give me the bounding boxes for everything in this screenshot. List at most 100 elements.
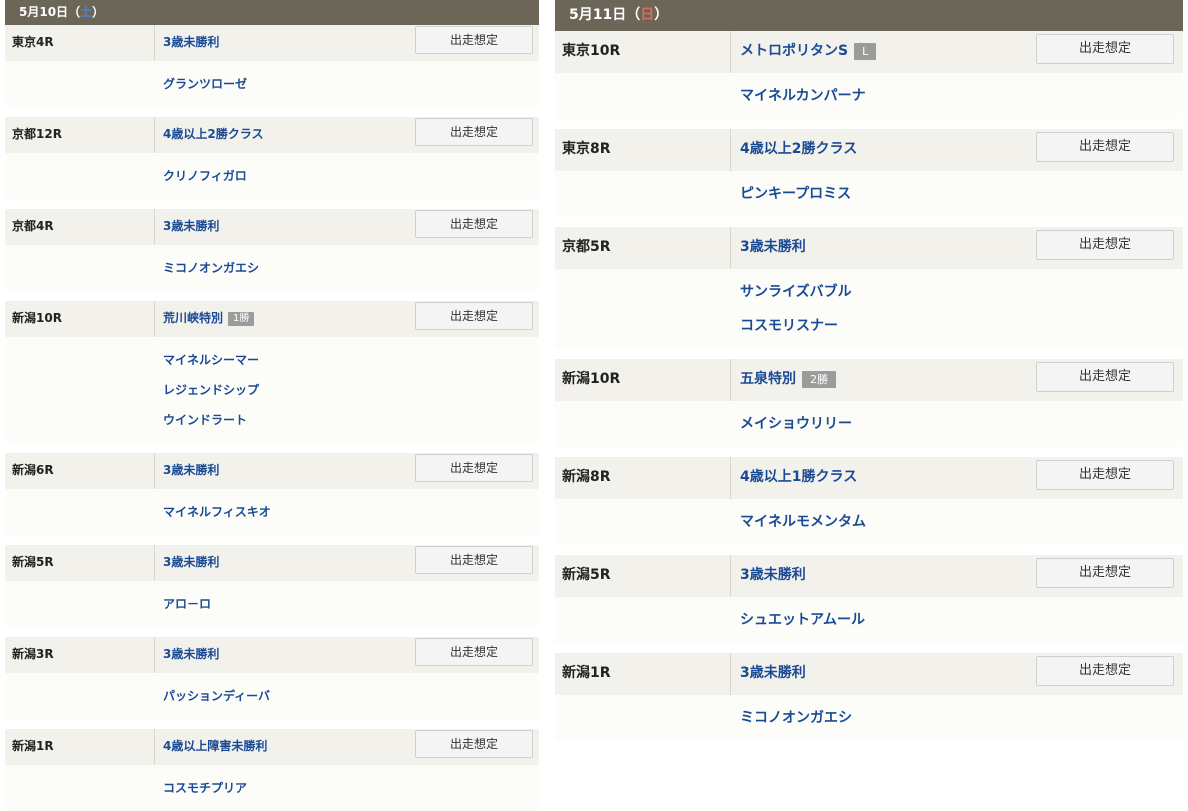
horse-name-link[interactable]: ウインドラート [163, 405, 539, 435]
race-name-link[interactable]: 3歳未勝利 [740, 653, 806, 693]
race-venue-label: 新潟6R [12, 463, 54, 477]
horse-name-link[interactable]: グランツローゼ [163, 69, 539, 99]
horse-name-link[interactable]: ピンキープロミス [740, 177, 1183, 211]
race-name-link[interactable]: 荒川峡特別 1勝 [163, 301, 255, 335]
horse-name-link[interactable]: レジェンドシップ [163, 375, 539, 405]
race-name-text: 4歳以上障害未勝利 [163, 739, 268, 753]
horse-name-link[interactable]: ミコノオンガエシ [163, 253, 539, 283]
race-venue-label: 新潟5R [12, 555, 54, 569]
race-name-link[interactable]: 3歳未勝利 [163, 209, 219, 243]
race-venue-label: 東京10R [562, 43, 621, 59]
entry-forecast-button[interactable]: 出走想定 [1036, 362, 1174, 392]
race-name-text: 4歳以上2勝クラス [740, 141, 858, 157]
race-name-text: 3歳未勝利 [163, 463, 220, 477]
race-entry: 京都5R 3歳未勝利 出走想定 サンライズバブル コスモリスナー [555, 227, 1183, 349]
race-header-row: 新潟5R 3歳未勝利 出走想定 [5, 545, 539, 581]
race-name-link[interactable]: 3歳未勝利 [163, 453, 219, 487]
race-name-link[interactable]: 五泉特別 2勝 [740, 359, 836, 399]
race-entry: 京都12R 4歳以上2勝クラス 出走想定 クリノフィガロ [5, 117, 539, 199]
entry-forecast-button[interactable]: 出走想定 [1036, 230, 1174, 260]
day-panel-may11: 5月11日（日） 東京10R メトロポリタンS L 出走想定 マイネルカンパーナ 東京8R… [555, 0, 1183, 741]
race-entry: 新潟8R 4歳以上1勝クラス 出走想定 マイネルモメンタム [555, 457, 1183, 545]
race-name-link[interactable]: 4歳以上2勝クラス [740, 129, 857, 169]
column-divider [154, 729, 155, 765]
race-name-link[interactable]: メトロポリタンS L [740, 31, 877, 71]
entry-forecast-button[interactable]: 出走想定 [415, 118, 533, 146]
race-name-link[interactable]: 3歳未勝利 [740, 227, 806, 267]
horse-list: ミコノオンガエシ [555, 695, 1183, 741]
entry-forecast-button[interactable]: 出走想定 [415, 26, 533, 54]
horse-list: コスモチプリア [5, 765, 539, 811]
entry-forecast-button[interactable]: 出走想定 [415, 638, 533, 666]
race-entry: 新潟3R 3歳未勝利 出走想定パッションディーバ [5, 637, 539, 719]
day-header: 5月10日（土） [5, 0, 539, 25]
horse-list: ピンキープロミス [555, 171, 1183, 217]
race-name-link[interactable]: 3歳未勝利 [740, 555, 806, 595]
column-divider [154, 301, 155, 337]
horse-name-link[interactable]: マイネルフィスキオ [163, 497, 539, 527]
horse-name-link[interactable]: シュエットアムール [740, 603, 1183, 637]
entry-forecast-button[interactable]: 出走想定 [1036, 558, 1174, 588]
horse-name-link[interactable]: マイネルモメンタム [740, 505, 1183, 539]
race-entry: 新潟1R 3歳未勝利 出走想定 ミコノオンガエシ [555, 653, 1183, 741]
column-divider [154, 637, 155, 673]
race-name-link[interactable]: 4歳以上障害未勝利 [163, 729, 267, 763]
race-name-text: 3歳未勝利 [740, 665, 806, 681]
race-header-row: 京都5R 3歳未勝利 出走想定 [555, 227, 1183, 269]
horse-name-link[interactable]: ミコノオンガエシ [740, 701, 1183, 735]
entry-forecast-button[interactable]: 出走想定 [1036, 656, 1174, 686]
entry-forecast-button[interactable]: 出走想定 [1036, 460, 1174, 490]
horse-name-link[interactable]: マイネルカンパーナ [740, 79, 1183, 113]
horse-list: クリノフィガロ [5, 153, 539, 199]
race-entry: 新潟10R 五泉特別 2勝 出走想定メイショウリリー [555, 359, 1183, 447]
race-name-text: 3歳未勝利 [163, 555, 220, 569]
race-grade-badge: 1勝 [228, 311, 255, 326]
horse-name-link[interactable]: パッションディーバ [163, 681, 539, 711]
entry-forecast-button[interactable]: 出走想定 [1036, 34, 1174, 64]
day-header: 5月11日（日） [555, 0, 1183, 31]
race-header-row: 新潟8R 4歳以上1勝クラス 出走想定 [555, 457, 1183, 499]
entry-forecast-button[interactable]: 出走想定 [415, 454, 533, 482]
horse-name-link[interactable]: クリノフィガロ [163, 161, 539, 191]
day-panel-may10: 5月10日（土） 東京4R 3歳未勝利 出走想定 グランツローゼ 京都12R 4歳以上2勝… [5, 0, 539, 811]
race-name-text: 4歳以上2勝クラス [163, 127, 264, 141]
race-header-row: 新潟3R 3歳未勝利 出走想定 [5, 637, 539, 673]
horse-name-link[interactable]: コスモチプリア [163, 773, 539, 803]
race-venue-label: 新潟3R [12, 647, 54, 661]
horse-list: アロ－ロ [5, 581, 539, 627]
entry-forecast-button[interactable]: 出走想定 [415, 546, 533, 574]
column-divider [730, 457, 731, 499]
race-venue-label: 新潟5R [562, 567, 611, 583]
column-divider [730, 653, 731, 695]
horse-name-link[interactable]: サンライズバブル [740, 275, 1183, 309]
column-divider [154, 453, 155, 489]
horse-list: マイネルカンパーナ [555, 73, 1183, 119]
race-header-row: 新潟1R 4歳以上障害未勝利 出走想定 [5, 729, 539, 765]
race-name-link[interactable]: 3歳未勝利 [163, 637, 219, 671]
horse-name-link[interactable]: マイネルシーマー [163, 345, 539, 375]
entry-forecast-button[interactable]: 出走想定 [1036, 132, 1174, 162]
race-header-row: 京都4R 3歳未勝利 出走想定 [5, 209, 539, 245]
race-header-row: 新潟10R 荒川峡特別 1勝 出走想定 [5, 301, 539, 337]
horse-list: シュエットアムール [555, 597, 1183, 643]
race-name-link[interactable]: 4歳以上1勝クラス [740, 457, 857, 497]
column-divider [154, 117, 155, 153]
column-divider [154, 545, 155, 581]
race-entry: 新潟6R 3歳未勝利 出走想定マイネルフィスキオ [5, 453, 539, 535]
race-name-link[interactable]: 3歳未勝利 [163, 25, 219, 59]
entry-forecast-button[interactable]: 出走想定 [415, 302, 533, 330]
horse-name-link[interactable]: メイショウリリー [740, 407, 1183, 441]
race-venue-label: 京都4R [12, 219, 54, 233]
race-name-text: 3歳未勝利 [740, 239, 806, 255]
race-name-link[interactable]: 4歳以上2勝クラス [163, 117, 263, 151]
race-venue-label: 新潟10R [562, 371, 621, 387]
entry-forecast-button[interactable]: 出走想定 [415, 730, 533, 758]
horse-name-link[interactable]: コスモリスナー [740, 309, 1183, 343]
race-entry: 新潟1R 4歳以上障害未勝利 出走想定コスモチプリア [5, 729, 539, 811]
race-name-link[interactable]: 3歳未勝利 [163, 545, 219, 579]
horse-name-link[interactable]: アロ－ロ [163, 589, 539, 619]
race-venue-label: 新潟1R [12, 739, 54, 753]
date-label: 5月11日 [569, 7, 627, 23]
entry-forecast-button[interactable]: 出走想定 [415, 210, 533, 238]
race-entry: 東京10R メトロポリタンS L 出走想定マイネルカンパーナ [555, 31, 1183, 119]
